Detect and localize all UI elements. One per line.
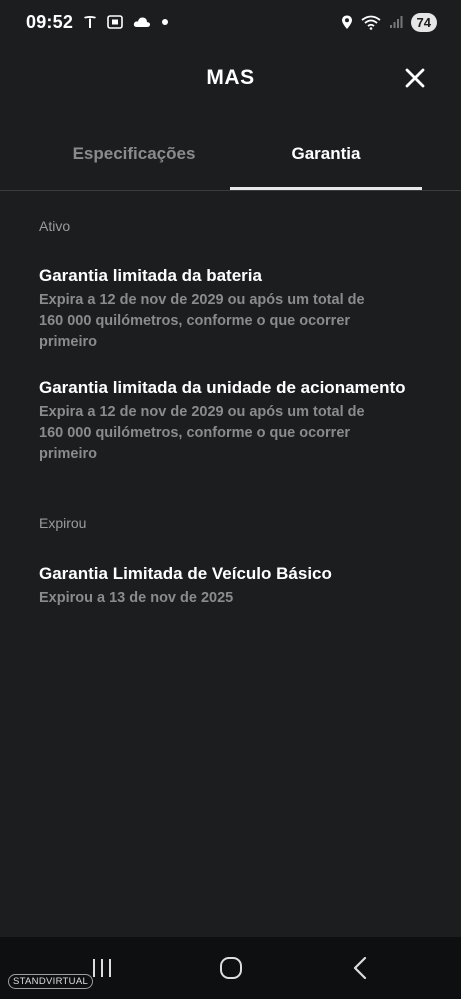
description-line: primeiro [39,446,98,462]
warranty-item-basic-vehicle[interactable]: Garantia Limitada de Veículo Básico Expi… [39,563,434,609]
section-label-active: Ativo [39,218,71,234]
warranty-item-battery[interactable]: Garantia limitada da bateria Expira a 12… [39,265,434,353]
screenshot-icon [107,15,123,29]
warranty-item-description: Expira a 12 de nov de 2029 ou após um to… [39,290,434,353]
tesla-icon [83,15,97,29]
close-button[interactable] [403,66,427,90]
warranty-item-drive-unit[interactable]: Garantia limitada da unidade de acioname… [39,377,434,465]
description-line: Expira a 12 de nov de 2029 ou após um to… [39,292,365,308]
description-line: 160 000 quilómetros, conforme o que ocor… [39,425,351,441]
active-tab-indicator [230,187,422,190]
recent-apps-icon [93,959,111,977]
watermark-logo: STANDVIRTUAL [8,974,94,989]
description-line: Expira a 12 de nov de 2029 ou após um to… [39,404,365,420]
battery-indicator: 74 [410,12,437,32]
home-button[interactable] [211,953,251,983]
status-left: 09:52 [26,12,169,33]
wifi-icon [360,15,381,30]
tab-specifications[interactable]: Especificações [38,130,230,190]
warranty-item-description: Expirou a 13 de nov de 2025 [39,588,434,609]
system-nav-bar [0,937,461,999]
cloud-icon [133,16,151,28]
warranty-item-title: Garantia Limitada de Veículo Básico [39,564,332,583]
back-button[interactable] [340,953,380,983]
home-icon [220,957,242,979]
close-icon [405,68,425,88]
description-line: 160 000 quilómetros, conforme o que ocor… [39,313,351,329]
status-right: 74 [341,12,437,32]
description-line: Expirou a 13 de nov de 2025 [39,590,234,606]
section-label-expired: Expirou [39,515,87,531]
header: MAS [0,50,461,106]
tab-bar: Especificações Garantia [0,130,461,191]
status-bar: 09:52 74 [0,0,461,44]
back-icon [353,957,367,979]
page-title: MAS [206,66,255,89]
status-time: 09:52 [26,11,74,32]
tab-specifications-label: Especificações [72,144,196,163]
warranty-item-description: Expira a 12 de nov de 2029 ou após um to… [39,402,434,465]
warranty-item-title: Garantia limitada da unidade de acioname… [39,378,406,397]
description-line: primeiro [39,334,98,350]
warranty-item-title: Garantia limitada da bateria [39,266,262,285]
location-icon [341,15,353,30]
tab-warranty[interactable]: Garantia [230,130,422,190]
dot-icon [161,18,169,26]
tab-warranty-label: Garantia [291,144,361,163]
signal-icon [389,15,403,29]
